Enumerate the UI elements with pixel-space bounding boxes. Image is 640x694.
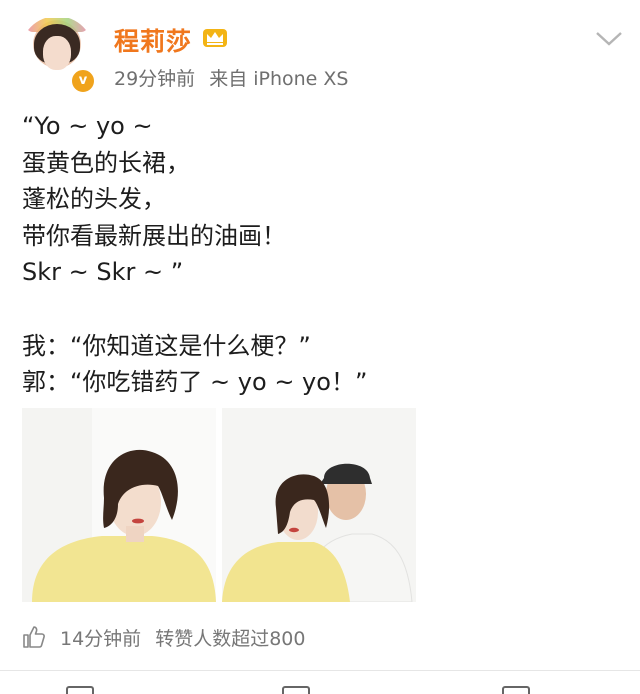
like-icon[interactable] bbox=[22, 625, 46, 649]
text-line: “Yo ~ yo ~ bbox=[22, 112, 153, 140]
crown-icon bbox=[203, 29, 227, 47]
divider bbox=[0, 670, 640, 671]
verified-badge: v bbox=[70, 68, 96, 94]
avatar-face bbox=[43, 36, 71, 70]
text-line: 带你看最新展出的油画！ bbox=[22, 221, 286, 250]
footer-time: 14分钟前 bbox=[60, 627, 142, 650]
text-line: 蛋黄色的长裙， bbox=[22, 148, 190, 177]
text-line: 我：“你知道这是什么梗？” bbox=[22, 331, 311, 360]
username[interactable]: 程莉莎 bbox=[114, 22, 192, 58]
like-button[interactable] bbox=[502, 686, 542, 694]
thumb-icon bbox=[502, 686, 530, 694]
post-time: 29分钟前 bbox=[114, 68, 196, 90]
post-footer: 14分钟前 转赞人数超过800 bbox=[22, 622, 305, 652]
weibo-post: v 程莉莎 29分钟前 来自 iPhone XS “Yo ~ yo ~ 蛋黄色的长… bbox=[0, 0, 640, 694]
repost-icon bbox=[66, 686, 94, 694]
text-line: 郭：“你吃错药了 ~ yo ~ yo！” bbox=[22, 368, 368, 397]
comment-button[interactable] bbox=[282, 686, 322, 694]
repost-info: 转赞人数超过800 bbox=[155, 627, 306, 650]
text-line: 蓬松的头发， bbox=[22, 185, 166, 214]
post-photo[interactable] bbox=[222, 408, 416, 602]
text-line: Skr ~ Skr ~ ” bbox=[22, 258, 184, 287]
post-text: “Yo ~ yo ~ 蛋黄色的长裙， 蓬松的头发， 带你看最新展出的油画！ Sk… bbox=[22, 108, 622, 401]
post-source[interactable]: 来自 iPhone XS bbox=[209, 68, 348, 90]
text-line-blank bbox=[22, 291, 622, 328]
action-bar bbox=[0, 680, 640, 694]
comment-icon bbox=[282, 686, 310, 694]
post-photo[interactable] bbox=[22, 408, 216, 602]
repost-button[interactable] bbox=[66, 686, 106, 694]
chevron-down-icon[interactable] bbox=[594, 28, 624, 48]
post-meta: 29分钟前 来自 iPhone XS bbox=[114, 64, 348, 91]
